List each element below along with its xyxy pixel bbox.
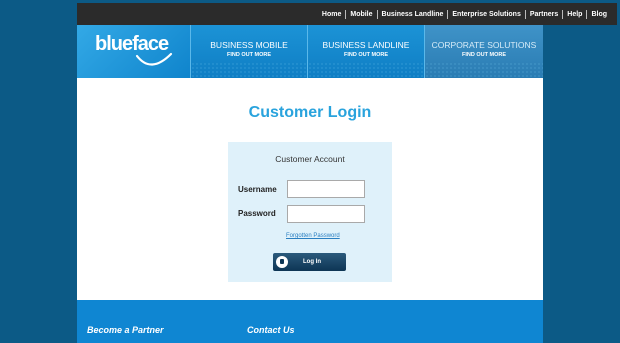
login-box-title: Customer Account [275,154,345,164]
page-title: Customer Login [248,104,372,121]
footer-become-partner-heading[interactable]: Become a Partner [87,325,164,335]
promo-title: BUSINESS LANDLINE [322,40,410,50]
promo-find-out-more: FIND OUT MORE [227,52,271,58]
login-form: Customer Account Username Password Forgo… [228,142,392,282]
nav-partners-link[interactable]: Partners [524,9,562,19]
brand-logo[interactable]: blueface [77,25,190,78]
forgotten-password-link[interactable]: Forgotten Password [286,233,340,239]
nav-home-link[interactable]: Home [318,10,345,19]
nav-help-link[interactable]: Help [562,9,586,19]
login-button[interactable]: Log In [273,253,346,271]
promo-title: BUSINESS MOBILE [210,40,288,50]
promo-dot-pattern [308,62,424,78]
top-navigation: Home Mobile Business Landline Enterprise… [77,3,617,25]
nav-blog-link[interactable]: Blog [586,9,611,19]
header-banner: blueface BUSINESS MOBILE FIND OUT MORE B… [77,25,543,78]
username-label: Username [238,185,277,194]
promo-find-out-more: FIND OUT MORE [462,52,506,58]
login-button-label: Log In [303,259,321,265]
footer-contact-heading[interactable]: Contact Us [247,325,295,335]
nav-business-landline-link[interactable]: Business Landline [376,9,448,19]
username-input[interactable] [287,180,365,198]
nav-enterprise-solutions-link[interactable]: Enterprise Solutions [447,9,524,19]
promo-dot-pattern [191,62,307,78]
promo-dot-pattern [425,62,543,78]
nav-mobile-link[interactable]: Mobile [345,9,376,19]
promo-title: CORPORATE SOLUTIONS [431,40,537,50]
main-content: Customer Login Customer Account Username… [77,78,543,300]
password-label: Password [238,209,276,218]
promo-find-out-more: FIND OUT MORE [344,52,388,58]
logo-swoosh-icon [135,52,173,66]
promo-business-mobile[interactable]: BUSINESS MOBILE FIND OUT MORE [190,25,307,78]
promo-business-landline[interactable]: BUSINESS LANDLINE FIND OUT MORE [307,25,424,78]
power-icon [276,256,288,268]
password-input[interactable] [287,205,365,223]
footer: Become a Partner Contact Us [77,300,543,343]
promo-corporate-solutions[interactable]: CORPORATE SOLUTIONS FIND OUT MORE [424,25,543,78]
